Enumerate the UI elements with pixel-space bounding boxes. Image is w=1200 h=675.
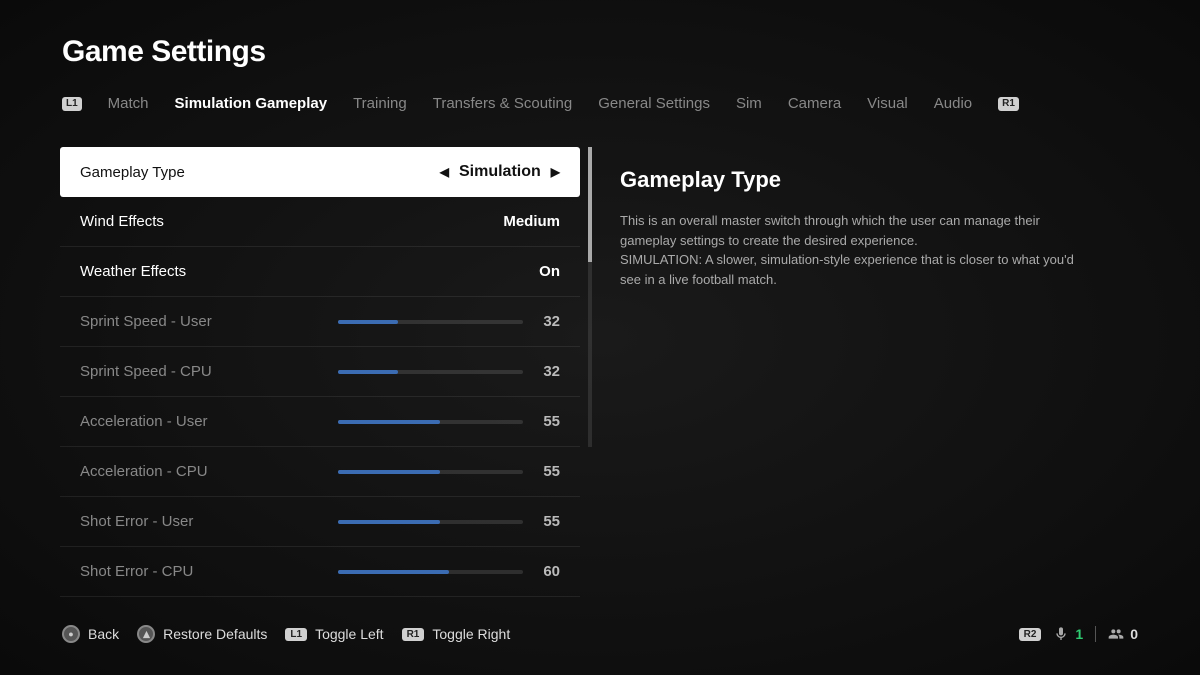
slider[interactable]	[338, 420, 523, 424]
page-title: Game Settings	[62, 35, 266, 69]
setting-gameplay-type[interactable]: Gameplay Type ◀ Simulation ▶	[60, 147, 580, 197]
setting-sprint-speed-user[interactable]: Sprint Speed - User 32	[60, 297, 580, 347]
setting-shot-error-cpu[interactable]: Shot Error - CPU 60	[60, 547, 580, 597]
setting-label: Shot Error - User	[80, 513, 193, 530]
setting-label: Sprint Speed - CPU	[80, 363, 212, 380]
slider[interactable]	[338, 570, 523, 574]
setting-label: Shot Error - CPU	[80, 563, 193, 580]
slider-fill	[338, 420, 440, 424]
setting-value: Simulation	[459, 163, 541, 181]
arrow-left-icon[interactable]: ◀	[440, 165, 449, 179]
info-title: Gameplay Type	[620, 167, 1140, 193]
slider-fill	[338, 570, 449, 574]
back-button[interactable]: ● Back	[62, 625, 119, 643]
toggle-right-button[interactable]: R1 Toggle Right	[402, 626, 511, 642]
setting-value: 32	[543, 313, 560, 330]
arrow-right-icon[interactable]: ▶	[551, 165, 560, 179]
setting-label: Acceleration - User	[80, 413, 208, 430]
setting-label: Sprint Speed - User	[80, 313, 212, 330]
toggle-left-button[interactable]: L1 Toggle Left	[285, 626, 383, 642]
setting-sprint-speed-cpu[interactable]: Sprint Speed - CPU 32	[60, 347, 580, 397]
party-count: 0	[1108, 626, 1138, 642]
setting-value: 55	[543, 463, 560, 480]
tab-visual[interactable]: Visual	[867, 95, 908, 112]
footer-bar: ● Back Restore Defaults L1 Toggle Left R…	[62, 625, 1138, 643]
mic-icon	[1053, 626, 1069, 642]
restore-label: Restore Defaults	[163, 626, 267, 642]
r2-badge-icon: R2	[1019, 628, 1042, 641]
setting-weather-effects[interactable]: Weather Effects On	[60, 247, 580, 297]
slider-fill	[338, 320, 397, 324]
slider[interactable]	[338, 370, 523, 374]
slider[interactable]	[338, 470, 523, 474]
tab-match[interactable]: Match	[108, 95, 149, 112]
toggle-right-label: Toggle Right	[432, 626, 510, 642]
setting-value: 55	[543, 413, 560, 430]
tab-camera[interactable]: Camera	[788, 95, 841, 112]
toggle-left-label: Toggle Left	[315, 626, 384, 642]
slider-fill	[338, 470, 440, 474]
setting-value: On	[539, 263, 560, 280]
setting-label: Weather Effects	[80, 263, 186, 280]
settings-list: Gameplay Type ◀ Simulation ▶ Wind Effect…	[60, 147, 580, 597]
tab-simulation-gameplay[interactable]: Simulation Gameplay	[175, 95, 328, 112]
setting-acceleration-user[interactable]: Acceleration - User 55	[60, 397, 580, 447]
bumper-left-icon: L1	[62, 97, 82, 111]
bumper-right-icon: R1	[998, 97, 1019, 111]
slider-fill	[338, 520, 440, 524]
slider[interactable]	[338, 320, 523, 324]
info-panel: Gameplay Type This is an overall master …	[620, 147, 1140, 597]
setting-acceleration-cpu[interactable]: Acceleration - CPU 55	[60, 447, 580, 497]
tab-general-settings[interactable]: General Settings	[598, 95, 710, 112]
tab-bar: L1 Match Simulation Gameplay Training Tr…	[62, 95, 1019, 112]
tab-transfers-scouting[interactable]: Transfers & Scouting	[433, 95, 573, 112]
setting-shot-error-user[interactable]: Shot Error - User 55	[60, 497, 580, 547]
setting-value: 55	[543, 513, 560, 530]
back-label: Back	[88, 626, 119, 642]
circle-button-icon: ●	[62, 625, 80, 643]
r1-badge-icon: R1	[402, 628, 425, 641]
setting-label: Gameplay Type	[80, 164, 185, 181]
setting-selector[interactable]: ◀ Simulation ▶	[440, 163, 560, 181]
triangle-button-icon	[137, 625, 155, 643]
divider	[1095, 626, 1096, 642]
setting-wind-effects[interactable]: Wind Effects Medium	[60, 197, 580, 247]
people-icon	[1108, 626, 1124, 642]
tab-audio[interactable]: Audio	[934, 95, 972, 112]
voice-count: 1	[1053, 626, 1083, 642]
setting-value: 60	[543, 563, 560, 580]
tab-training[interactable]: Training	[353, 95, 407, 112]
info-body: This is an overall master switch through…	[620, 211, 1090, 289]
setting-value: Medium	[503, 213, 560, 230]
scrollbar-thumb[interactable]	[588, 147, 592, 262]
tab-sim[interactable]: Sim	[736, 95, 762, 112]
restore-defaults-button[interactable]: Restore Defaults	[137, 625, 267, 643]
setting-label: Acceleration - CPU	[80, 463, 208, 480]
slider-fill	[338, 370, 397, 374]
setting-value: 32	[543, 363, 560, 380]
slider[interactable]	[338, 520, 523, 524]
setting-label: Wind Effects	[80, 213, 164, 230]
l1-badge-icon: L1	[285, 628, 307, 641]
